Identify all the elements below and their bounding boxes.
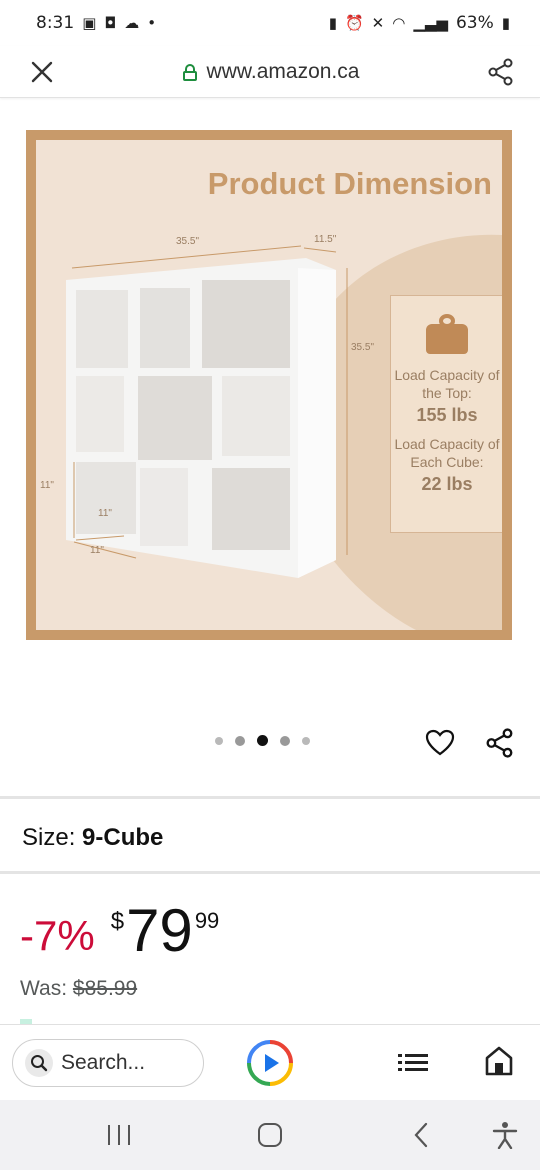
lock-icon bbox=[182, 63, 197, 81]
share-icon bbox=[486, 728, 513, 758]
product-image-content: Product Dimension 35.5" 11.5" 35.5" 11" … bbox=[36, 140, 502, 630]
close-icon bbox=[31, 61, 53, 82]
share-icon bbox=[488, 58, 513, 85]
price-currency: $ bbox=[110, 908, 125, 935]
was-label: Was: bbox=[20, 977, 68, 1000]
accessibility-button[interactable] bbox=[490, 1120, 520, 1150]
search-icon bbox=[25, 1049, 53, 1077]
divider bbox=[0, 796, 540, 799]
browser-url-bar: www.amazon.ca bbox=[0, 46, 540, 98]
product-image[interactable]: Product Dimension 35.5" 11.5" 35.5" 11" … bbox=[26, 130, 512, 640]
price-whole: 79 bbox=[126, 897, 193, 964]
alarm-icon: ⏰ bbox=[344, 14, 364, 32]
depth-dimension-label: 11.5" bbox=[314, 234, 337, 245]
notification-dot-icon: • bbox=[147, 14, 157, 32]
system-nav-bar bbox=[0, 1100, 540, 1170]
cube-capacity-label: Load Capacity of Each Cube: bbox=[394, 436, 500, 470]
battery-icon: ▮ bbox=[501, 14, 510, 32]
carousel-dot-active[interactable] bbox=[257, 735, 268, 746]
search-input[interactable]: Search... bbox=[12, 1039, 204, 1087]
recent-apps-button[interactable] bbox=[104, 1120, 134, 1150]
signal-icon: ▁▃▅ bbox=[413, 14, 448, 32]
cube-width-label: 11" bbox=[98, 508, 112, 519]
size-label: Size: bbox=[22, 824, 76, 851]
home-button[interactable] bbox=[484, 1045, 514, 1082]
carousel-dot[interactable] bbox=[302, 736, 310, 745]
cube-capacity-value: 22 lbs bbox=[421, 474, 473, 494]
carousel-dot[interactable] bbox=[215, 736, 223, 745]
gallery-icon: ▣ bbox=[82, 14, 97, 32]
weather-icon: ☁ bbox=[124, 14, 140, 32]
back-button[interactable] bbox=[406, 1120, 436, 1150]
image-carousel-indicator bbox=[215, 735, 310, 746]
size-value: 9-Cube bbox=[82, 824, 164, 851]
cube-depth-label: 11" bbox=[90, 545, 104, 556]
height-dimension-label: 35.5" bbox=[351, 342, 375, 353]
top-capacity-value: 155 lbs bbox=[416, 405, 478, 425]
top-capacity-label: Load Capacity of the Top: bbox=[394, 367, 500, 401]
list-menu-icon bbox=[398, 1054, 428, 1071]
add-to-wishlist-button[interactable] bbox=[424, 727, 456, 759]
mute-icon: ✕ bbox=[371, 14, 385, 32]
image-title: Product Dimension bbox=[207, 166, 492, 201]
status-bar: 8:31 ▣ ◘ ☁ • ▮ ⏰ ✕ ◠ ▁▃▅ 63% ▮ bbox=[0, 0, 540, 46]
was-value: $85.99 bbox=[72, 977, 138, 1000]
load-capacity-box: Load Capacity of the Top: 155 lbs Load C… bbox=[390, 295, 502, 533]
clock: 8:31 bbox=[36, 13, 75, 33]
url-display[interactable]: www.amazon.ca bbox=[182, 59, 360, 84]
play-button[interactable] bbox=[246, 1039, 294, 1087]
home-circle-icon bbox=[258, 1123, 282, 1147]
bottom-toolbar: Search... bbox=[0, 1024, 540, 1100]
wifi-icon: ◠ bbox=[392, 14, 406, 32]
share-product-button[interactable] bbox=[484, 727, 516, 759]
price-block: -7% $ 79 99 bbox=[20, 898, 219, 978]
url-text: www.amazon.ca bbox=[206, 59, 360, 83]
home-nav-button[interactable] bbox=[255, 1120, 285, 1150]
battery-percent: 63% bbox=[455, 13, 494, 33]
size-selector[interactable]: Size: 9-Cube bbox=[22, 824, 163, 852]
home-icon bbox=[485, 1046, 513, 1076]
weight-icon bbox=[426, 314, 468, 354]
recent-apps-icon bbox=[108, 1125, 130, 1145]
back-icon bbox=[414, 1122, 428, 1148]
close-tab-button[interactable] bbox=[28, 58, 56, 86]
voicemail-icon: ◘ bbox=[104, 14, 117, 32]
heart-icon bbox=[425, 729, 455, 756]
carousel-dot[interactable] bbox=[235, 735, 245, 746]
width-dimension-label: 35.5" bbox=[176, 236, 200, 247]
cube-height-label: 11" bbox=[40, 480, 54, 491]
divider bbox=[0, 871, 540, 874]
menu-button[interactable] bbox=[398, 1051, 428, 1080]
carousel-dot[interactable] bbox=[280, 735, 290, 746]
play-icon bbox=[247, 1040, 293, 1086]
share-page-button[interactable] bbox=[486, 57, 516, 87]
discount-percent: -7% bbox=[20, 912, 95, 959]
price-fraction: 99 bbox=[194, 908, 220, 933]
was-price: Was: $85.99 bbox=[20, 977, 137, 1001]
accessibility-icon bbox=[492, 1122, 518, 1149]
search-placeholder: Search... bbox=[61, 1051, 146, 1074]
battery-saver-icon: ▮ bbox=[328, 14, 337, 32]
